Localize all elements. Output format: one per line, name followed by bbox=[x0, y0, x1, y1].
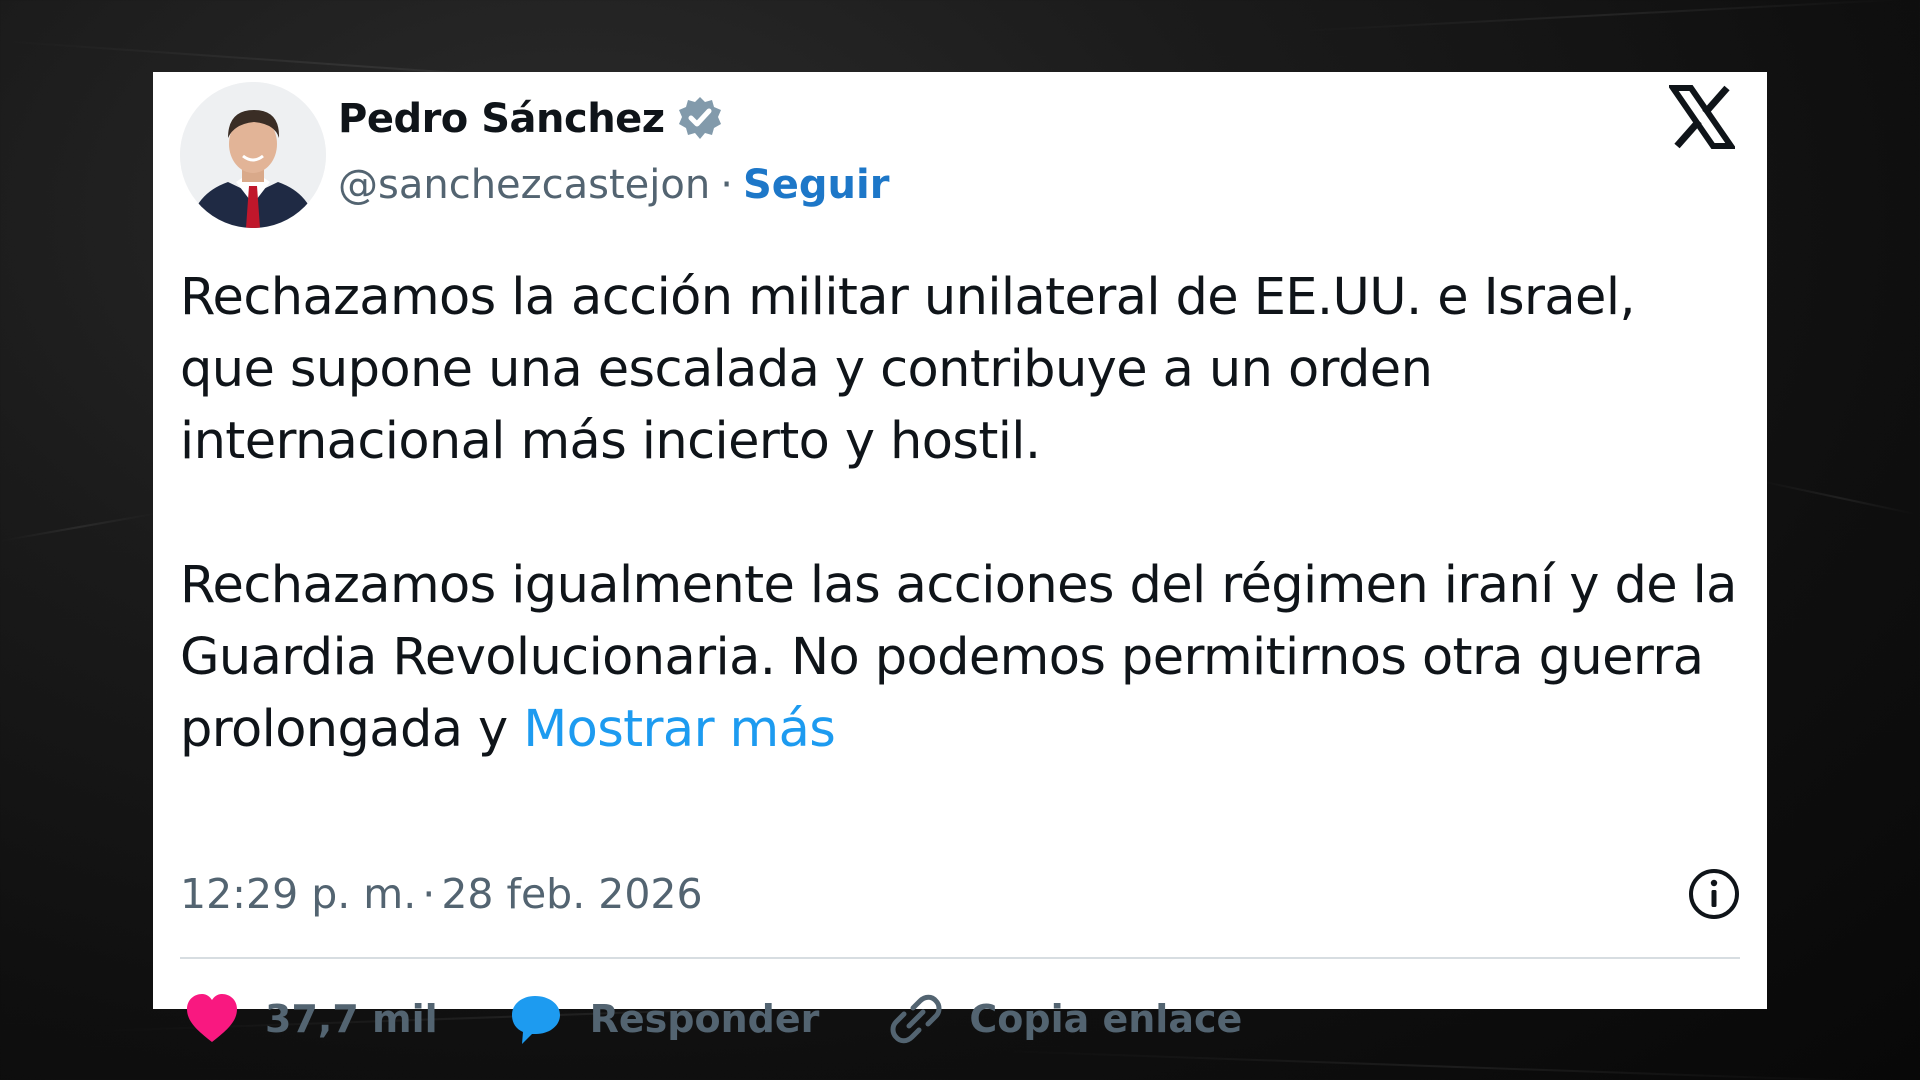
background-crease bbox=[1759, 480, 1917, 516]
author-handle-row: @sanchezcastejon · Seguir bbox=[338, 162, 889, 208]
verified-badge-icon bbox=[675, 94, 725, 144]
speech-bubble-icon bbox=[511, 996, 560, 1044]
tweet-paragraph: Rechazamos igualmente las acciones del r… bbox=[180, 550, 1740, 766]
tweet-paragraph: Rechazamos la acción militar unilateral … bbox=[180, 268, 1636, 471]
background-crease bbox=[1299, 0, 1920, 32]
like-count: 37,7 mil bbox=[265, 997, 438, 1041]
author-name-row: Pedro Sánchez bbox=[338, 94, 725, 144]
avatar[interactable] bbox=[180, 82, 326, 228]
reply-label: Responder bbox=[589, 997, 820, 1041]
author-handle[interactable]: @sanchezcastejon bbox=[338, 162, 710, 208]
action-bar: 37,7 mil Responder Copia enlace bbox=[183, 987, 1242, 1051]
tweet-text: Rechazamos la acción militar unilateral … bbox=[180, 262, 1740, 766]
tweet-time: 12:29 p. m. bbox=[180, 870, 417, 918]
background-crease bbox=[999, 1050, 1900, 1080]
handle-separator: · bbox=[720, 162, 733, 208]
follow-button[interactable]: Seguir bbox=[743, 162, 889, 208]
timestamp-separator: · bbox=[422, 870, 436, 918]
x-logo-icon[interactable] bbox=[1669, 84, 1735, 150]
background-crease bbox=[0, 512, 158, 542]
show-more-link[interactable]: Mostrar más bbox=[523, 700, 836, 759]
info-icon[interactable] bbox=[1686, 866, 1742, 922]
divider bbox=[180, 957, 1740, 959]
author-name[interactable]: Pedro Sánchez bbox=[338, 96, 665, 142]
reply-button[interactable]: Responder bbox=[508, 990, 820, 1048]
tweet-timestamp[interactable]: 12:29 p. m. · 28 feb. 2026 bbox=[180, 870, 703, 918]
like-button[interactable]: 37,7 mil bbox=[183, 990, 438, 1048]
link-icon bbox=[890, 994, 942, 1044]
copy-link-label: Copia enlace bbox=[969, 997, 1243, 1041]
tweet-paragraph-text: Rechazamos igualmente las acciones del r… bbox=[180, 556, 1737, 759]
tweet-card: Pedro Sánchez @sanchezcastejon · Seguir … bbox=[153, 72, 1767, 1044]
heart-icon bbox=[187, 994, 237, 1042]
avatar-portrait bbox=[180, 82, 326, 228]
tweet-date: 28 feb. 2026 bbox=[441, 870, 703, 918]
copy-link-button[interactable]: Copia enlace bbox=[887, 990, 1242, 1048]
